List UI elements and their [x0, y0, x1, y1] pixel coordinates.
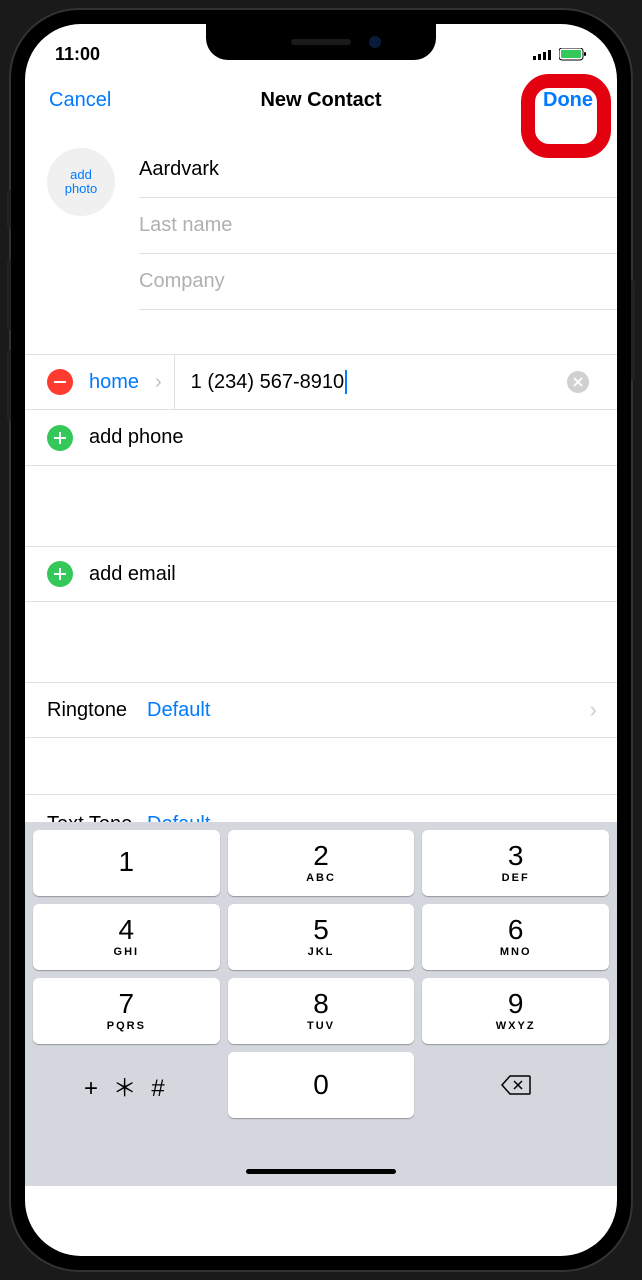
section-gap: [25, 602, 617, 682]
phone-number-value: 1 (234) 567-8910: [191, 371, 344, 394]
text-tone-label: Text Tone: [47, 813, 147, 822]
key-6[interactable]: 6MNO: [422, 904, 609, 970]
battery-icon: [559, 48, 587, 61]
add-phone-label: add phone: [89, 426, 184, 449]
name-fields: Aardvark Last name Company: [139, 142, 617, 310]
key-9[interactable]: 9WXYZ: [422, 978, 609, 1044]
add-phone-row[interactable]: add phone: [25, 410, 617, 466]
divider: [174, 355, 175, 409]
key-1[interactable]: 1: [33, 830, 220, 896]
add-email-label: add email: [89, 563, 176, 586]
content-area: add photo Aardvark Last name Company hom…: [25, 128, 617, 822]
side-button: [7, 190, 11, 228]
chevron-right-icon: ›: [155, 371, 162, 394]
front-camera: [369, 36, 381, 48]
ringtone-row[interactable]: Ringtone Default ›: [25, 682, 617, 738]
phone-frame: 11:00 Cancel New Contact Done add photo …: [11, 10, 631, 1270]
screen: 11:00 Cancel New Contact Done add photo …: [25, 24, 617, 1256]
section-gap: [25, 310, 617, 354]
signal-icon: [533, 48, 553, 60]
add-photo-label-2: photo: [65, 182, 98, 196]
key-2[interactable]: 2ABC: [228, 830, 415, 896]
done-button[interactable]: Done: [543, 89, 593, 112]
key-backspace[interactable]: [422, 1052, 609, 1118]
name-section: add photo Aardvark Last name Company: [25, 128, 617, 310]
text-tone-value: Default: [147, 813, 617, 822]
key-5[interactable]: 5JKL: [228, 904, 415, 970]
key-0[interactable]: 0: [228, 1052, 415, 1118]
remove-phone-button[interactable]: [47, 369, 73, 395]
plus-icon: [47, 561, 73, 587]
phone-number-field[interactable]: 1 (234) 567-8910: [191, 370, 567, 394]
plus-icon: [47, 425, 73, 451]
notch: [206, 24, 436, 60]
key-symbols[interactable]: + ＊ #: [33, 1052, 220, 1118]
section-gap: [25, 738, 617, 794]
volume-up-button: [7, 260, 11, 330]
add-photo-button[interactable]: add photo: [47, 148, 115, 216]
first-name-field[interactable]: Aardvark: [139, 142, 617, 198]
section-gap: [25, 466, 617, 546]
x-icon: [573, 377, 583, 387]
phone-row: home › 1 (234) 567-8910: [25, 354, 617, 410]
home-indicator-area: [25, 1126, 617, 1186]
nav-bar: Cancel New Contact Done: [25, 72, 617, 128]
company-field[interactable]: Company: [139, 254, 617, 310]
text-cursor: [345, 370, 347, 394]
cancel-button[interactable]: Cancel: [49, 89, 111, 112]
phone-label-selector[interactable]: home: [89, 371, 149, 394]
status-icons: [533, 48, 587, 61]
numeric-keypad: 1 2ABC 3DEF 4GHI 5JKL 6MNO 7PQRS 8TUV 9W…: [25, 822, 617, 1126]
ringtone-value: Default: [147, 699, 590, 722]
key-4[interactable]: 4GHI: [33, 904, 220, 970]
status-time: 11:00: [55, 44, 100, 65]
ringtone-label: Ringtone: [47, 699, 147, 722]
page-title: New Contact: [260, 89, 381, 112]
volume-down-button: [7, 350, 11, 420]
add-photo-label-1: add: [70, 168, 92, 182]
clear-button[interactable]: [567, 371, 589, 393]
key-7[interactable]: 7PQRS: [33, 978, 220, 1044]
chevron-right-icon: ›: [590, 697, 597, 723]
add-email-row[interactable]: add email: [25, 546, 617, 602]
home-indicator[interactable]: [246, 1169, 396, 1174]
key-8[interactable]: 8TUV: [228, 978, 415, 1044]
backspace-icon: [501, 1074, 531, 1096]
last-name-field[interactable]: Last name: [139, 198, 617, 254]
key-3[interactable]: 3DEF: [422, 830, 609, 896]
power-button: [631, 280, 635, 380]
speaker: [291, 39, 351, 45]
text-tone-row[interactable]: Text Tone Default: [25, 794, 617, 822]
